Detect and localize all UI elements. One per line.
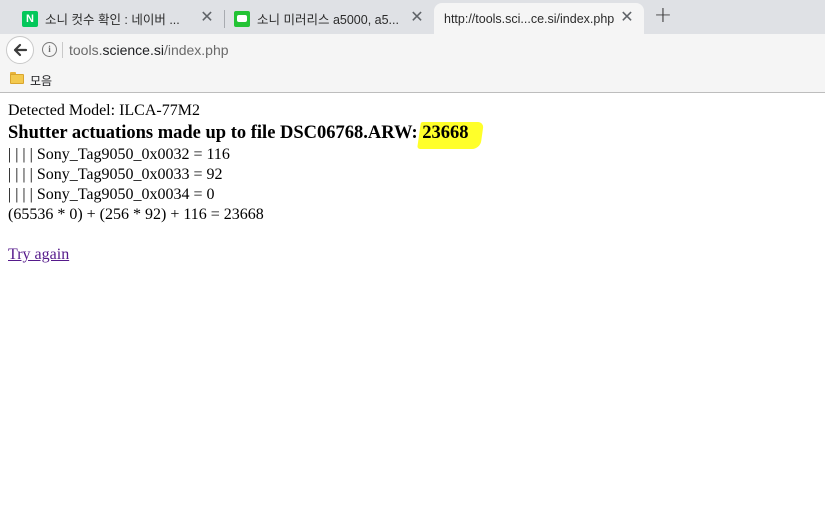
bookmark-label: 모음: [30, 74, 53, 88]
back-arrow-icon: [13, 43, 28, 57]
address-divider: [62, 42, 63, 58]
url-domain: science.si: [102, 42, 164, 58]
tab-title: http://tools.sci...ce.si/index.php: [444, 11, 615, 26]
url-path: /index.php: [163, 42, 229, 58]
formula-line: (65536 * 0) + (256 * 92) + 116 = 23668: [8, 206, 264, 223]
detected-model: Detected Model: ILCA-77M2: [8, 102, 200, 119]
navigation-toolbar: i tools.science.si/index.php: [0, 34, 825, 66]
tab-active-tools[interactable]: http://tools.sci...ce.si/index.php ✕: [434, 3, 644, 34]
tab-title: 소니 미러리스 a5000, a5...: [257, 13, 399, 27]
new-tab-button[interactable]: +: [652, 5, 674, 27]
tab-naver-blog[interactable]: 소니 미러리스 a5000, a5... ✕: [212, 3, 434, 34]
blog-icon: [234, 10, 250, 27]
address-bar[interactable]: tools.science.si/index.php: [69, 42, 229, 58]
bookmarks-bar: 모음: [0, 66, 825, 93]
try-again-link[interactable]: Try again: [8, 246, 69, 263]
url-prefix: tools.: [69, 42, 103, 58]
close-icon[interactable]: ✕: [408, 9, 426, 27]
tag-line: | | | | Sony_Tag9050_0x0034 = 0: [8, 186, 215, 203]
back-button[interactable]: [6, 36, 34, 64]
heading-text: Shutter actuations made up to file DSC06…: [8, 123, 423, 143]
tab-title: 소니 컷수 확인 : 네이버 ...: [45, 13, 180, 27]
close-icon[interactable]: ✕: [618, 9, 636, 27]
shutter-count-value: 23668: [422, 123, 469, 143]
naver-icon: N: [22, 10, 38, 27]
info-icon[interactable]: i: [42, 42, 57, 57]
folder-icon: [10, 72, 24, 84]
tab-strip: N 소니 컷수 확인 : 네이버 ... ✕ 소니 미러리스 a5000, a5…: [0, 0, 825, 34]
tag-line: | | | | Sony_Tag9050_0x0033 = 92: [8, 166, 223, 183]
shutter-count-heading: Shutter actuations made up to file DSC06…: [8, 121, 469, 145]
tab-naver-search[interactable]: N 소니 컷수 확인 : 네이버 ... ✕: [0, 3, 225, 34]
page-content: Detected Model: ILCA-77M2 Shutter actuat…: [8, 101, 469, 265]
tag-line: | | | | Sony_Tag9050_0x0032 = 116: [8, 146, 230, 163]
